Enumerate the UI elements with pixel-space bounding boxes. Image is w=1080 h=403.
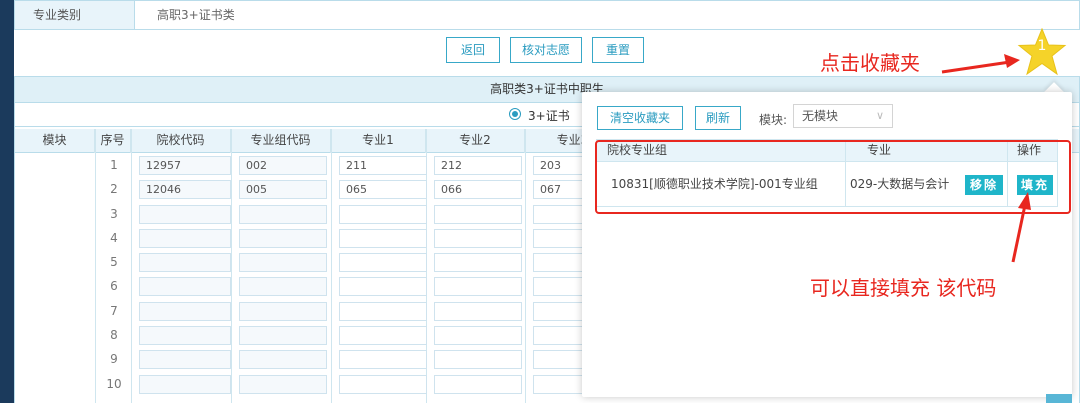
corner-button[interactable] xyxy=(1046,394,1072,403)
arrow-icon xyxy=(941,54,1031,263)
